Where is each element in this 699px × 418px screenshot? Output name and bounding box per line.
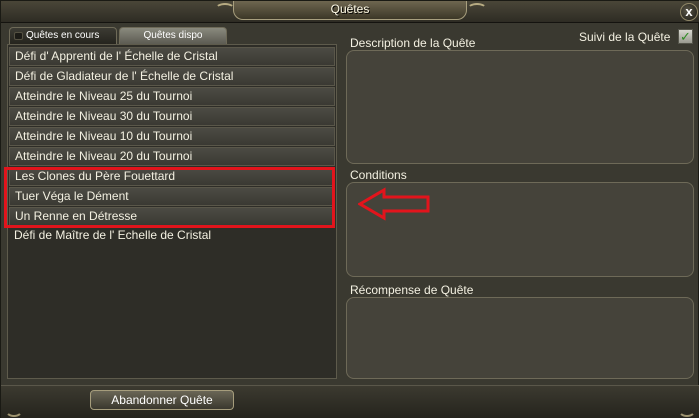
quest-item[interactable]: Défi de Gladiateur de l' Échelle de Cris… — [9, 67, 335, 86]
follow-quest-label: Suivi de la Quête — [579, 30, 671, 44]
tab-label: Quêtes dispo — [143, 30, 203, 41]
tab-quetes-en-cours[interactable]: Quêtes en cours — [9, 27, 117, 44]
quest-item[interactable]: Défi d' Apprenti de l' Échelle de Crista… — [9, 47, 335, 66]
tab-folder-icon — [14, 32, 23, 40]
title-bar: Quêtes x — [1, 1, 699, 23]
tab-label: Quêtes en cours — [26, 30, 100, 41]
description-label: Description de la Quête — [350, 36, 476, 50]
highlight-annotation-box — [4, 167, 335, 228]
abandon-quest-button[interactable]: Abandonner Quête — [90, 390, 234, 410]
quest-item[interactable]: Défi de Maître de l' Echelle de Cristal — [9, 227, 335, 246]
window-title: Quêtes — [233, 1, 467, 20]
quest-item[interactable]: Atteindre le Niveau 20 du Tournoi — [9, 147, 335, 166]
corner-ornament-right — [678, 403, 696, 417]
arrow-left-annotation-icon — [358, 187, 430, 221]
title-ornament-right — [467, 3, 487, 15]
quest-item[interactable]: Atteindre le Niveau 25 du Tournoi — [9, 87, 335, 106]
follow-quest-checkbox[interactable]: ✓ — [678, 29, 693, 44]
description-panel — [346, 50, 694, 164]
reward-panel — [346, 297, 694, 379]
title-ornament-left — [215, 3, 235, 15]
close-button[interactable]: x — [680, 3, 698, 21]
tab-quetes-dispo[interactable]: Quêtes dispo — [119, 27, 227, 44]
quest-item[interactable]: Atteindre le Niveau 30 du Tournoi — [9, 107, 335, 126]
corner-ornament-left — [5, 403, 23, 417]
conditions-label: Conditions — [350, 168, 407, 182]
quest-window: Quêtes x Quêtes en cours Quêtes dispo Dé… — [0, 0, 699, 418]
reward-label: Récompense de Quête — [350, 283, 474, 297]
quest-item[interactable]: Atteindre le Niveau 10 du Tournoi — [9, 127, 335, 146]
